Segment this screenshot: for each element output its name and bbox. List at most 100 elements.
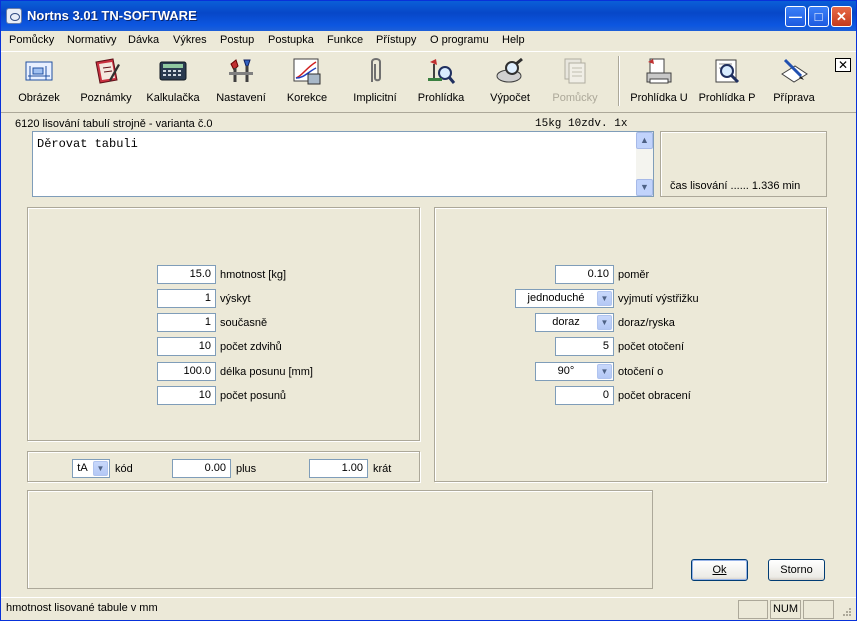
description-memo[interactable]: Děrovat tabuli ▲ ▼ — [32, 131, 654, 197]
title-bar[interactable]: Nortns 3.01 TN-SOFTWARE — □ ✕ — [1, 1, 856, 31]
feeds-count-label: počet posunů — [220, 390, 287, 402]
tool-poznamky[interactable]: Poznámky — [78, 56, 134, 108]
menu-vykres[interactable]: Výkres — [173, 34, 207, 46]
chevron-down-icon[interactable]: ▼ — [597, 315, 612, 330]
chevron-down-icon: ▼ — [640, 182, 649, 192]
tool-pomucky[interactable]: Pomůcky — [548, 56, 602, 108]
close-panel-button[interactable]: ✕ — [835, 58, 851, 72]
tool-korekce[interactable]: Korekce — [281, 56, 333, 108]
memo-text: Děrovat tabuli — [37, 137, 138, 151]
code-select[interactable]: tA ▼ — [72, 459, 110, 478]
tool-label: Poznámky — [80, 92, 132, 104]
chart-icon — [292, 56, 322, 86]
times-label: krát — [373, 463, 392, 475]
strokes-label: počet zdvihů — [220, 341, 282, 353]
strokes-field[interactable]: 10 — [157, 337, 216, 356]
tool-label: Prohlídka P — [698, 92, 756, 104]
cancel-button[interactable]: Storno — [768, 559, 825, 581]
tool-prohlidka-u[interactable]: Prohlídka U — [630, 56, 688, 108]
scroll-up-button[interactable]: ▲ — [636, 132, 653, 149]
removal-label: vyjmutí výstřižku — [618, 293, 699, 305]
tool-label: Implicitní — [353, 92, 397, 104]
tool-label: Nastavení — [216, 92, 266, 104]
status-panel-empty — [738, 600, 768, 619]
menu-postupka[interactable]: Postupka — [268, 34, 314, 46]
tool-nastaveni[interactable]: Nastavení — [213, 56, 269, 108]
menu-pristupy[interactable]: Přístupy — [376, 34, 416, 46]
stop-select[interactable]: doraz ▼ — [535, 313, 614, 332]
close-icon: ✕ — [836, 9, 847, 24]
paperclip-icon — [360, 56, 390, 86]
plus-field[interactable]: 0.00 — [172, 459, 231, 478]
menu-help[interactable]: Help — [502, 34, 525, 46]
times-field[interactable]: 1.00 — [309, 459, 368, 478]
inspect-icon — [426, 56, 456, 86]
ok-label: Ok — [712, 564, 727, 576]
rotation-angle-select[interactable]: 90° ▼ — [535, 362, 614, 381]
toolbar-separator — [618, 56, 620, 106]
rotations-field[interactable]: 5 — [555, 337, 614, 356]
menu-funkce[interactable]: Funkce — [327, 34, 363, 46]
code-value: tA — [77, 462, 88, 474]
simultaneous-field[interactable]: 1 — [157, 313, 216, 332]
tool-obrazek[interactable]: Obrázek — [13, 56, 65, 108]
chevron-up-icon: ▲ — [640, 135, 649, 145]
feed-length-label: délka posunu [mm] — [220, 366, 313, 378]
tool-prohlidka-p[interactable]: Prohlídka P — [698, 56, 756, 108]
feed-length-field[interactable]: 100.0 — [157, 362, 216, 381]
feeds-count-field[interactable]: 10 — [157, 386, 216, 405]
tool-label: Výpočet — [490, 92, 530, 104]
notes-panel — [27, 490, 653, 589]
menu-o-programu[interactable]: O programu — [430, 34, 489, 46]
close-button[interactable]: ✕ — [831, 6, 852, 27]
tool-label: Prohlídka — [417, 92, 465, 104]
menu-normativy[interactable]: Normativy — [67, 34, 117, 46]
tool-implicitni[interactable]: Implicitní — [347, 56, 403, 108]
notes-icon — [91, 56, 121, 86]
minimize-icon: — — [789, 9, 802, 24]
scroll-down-button[interactable]: ▼ — [636, 179, 653, 196]
plus-label: plus — [236, 463, 257, 475]
menu-davka[interactable]: Dávka — [128, 34, 159, 46]
magnifier-icon — [495, 56, 525, 86]
removal-select[interactable]: jednoduché ▼ — [515, 289, 614, 308]
chevron-down-icon[interactable]: ▼ — [93, 461, 108, 476]
status-panel-empty-2 — [803, 600, 834, 619]
memo-scrollbar[interactable]: ▲ ▼ — [636, 132, 653, 196]
weight-label: hmotnost [kg] — [220, 269, 287, 281]
tool-prohlidka[interactable]: Prohlídka — [415, 56, 467, 108]
rotations-label: počet otočení — [618, 341, 685, 353]
occurrence-field[interactable]: 1 — [157, 289, 216, 308]
calculator-icon — [158, 56, 188, 86]
menu-pomucky[interactable]: Pomůcky — [9, 34, 54, 46]
tool-label: Obrázek — [18, 92, 60, 104]
ok-button[interactable]: Ok — [691, 559, 748, 581]
stop-value: doraz — [552, 316, 580, 328]
ratio-field[interactable]: 0.10 — [555, 265, 614, 284]
flips-field[interactable]: 0 — [555, 386, 614, 405]
minimize-button[interactable]: — — [785, 6, 806, 27]
operation-info: 6120 lisování tabulí strojně - varianta … — [15, 118, 213, 130]
maximize-button[interactable]: □ — [808, 6, 829, 27]
documents-icon — [560, 56, 590, 86]
chevron-down-icon[interactable]: ▼ — [597, 364, 612, 379]
tool-vypocet[interactable]: Výpočet — [483, 56, 537, 108]
tool-label: Příprava — [773, 92, 815, 104]
app-icon[interactable] — [6, 8, 22, 24]
resize-grip-icon[interactable] — [841, 606, 853, 618]
close-icon: ✕ — [837, 58, 849, 72]
preview-magnifier-icon — [712, 56, 742, 86]
tool-priprava[interactable]: Příprava — [769, 56, 819, 108]
rotation-angle-label: otočení o — [618, 366, 664, 378]
status-bar: hmotnost lisované tabule v mm NUM — [1, 597, 856, 620]
menu-postup[interactable]: Postup — [220, 34, 254, 46]
time-info: čas lisování ...... 1.336 min — [670, 180, 801, 192]
occurrence-label: výskyt — [220, 293, 251, 305]
toolbar: Obrázek Poznámky Kalkulačka Nastavení Ko… — [1, 51, 856, 113]
print-preview-icon — [644, 56, 674, 86]
pen-paper-icon — [779, 56, 809, 86]
chevron-down-icon[interactable]: ▼ — [597, 291, 612, 306]
time-panel: čas lisování ...... 1.336 min — [660, 131, 827, 197]
tool-kalkulacka[interactable]: Kalkulačka — [145, 56, 201, 108]
weight-field[interactable]: 15.0 — [157, 265, 216, 284]
